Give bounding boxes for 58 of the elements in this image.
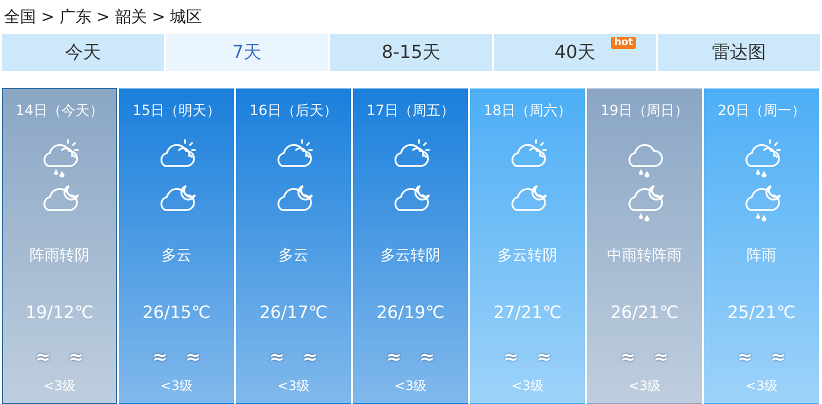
date-label: 14日（今天）: [16, 102, 104, 121]
wind-direction-icon: ≈: [152, 344, 168, 371]
wind-direction-icon: ≈: [737, 344, 752, 371]
breadcrumb-link[interactable]: 城区: [170, 5, 202, 29]
temperature-range: 27/21℃: [493, 302, 562, 324]
date-label: 16日（后天）: [250, 102, 338, 121]
weather-description: 多云: [278, 245, 308, 266]
wind-level: <3级: [43, 378, 76, 396]
weather-description: 阵雨转阴: [30, 245, 90, 266]
wind-direction-icon: ≈: [386, 344, 402, 371]
date-label: 19日（周日）: [600, 102, 688, 121]
hot-badge: hot: [611, 37, 636, 49]
wind-level: <3级: [277, 378, 310, 396]
wind-level: <3级: [511, 378, 544, 396]
temperature-range: 26/15℃: [142, 302, 211, 324]
wind-level: <3级: [394, 378, 427, 396]
wind-direction-icon: ≈: [536, 344, 552, 371]
temperature-range: 25/21℃: [727, 302, 796, 324]
wind-direction-icon: ≈: [654, 344, 669, 371]
day-forecast-card[interactable]: 16日（后天） 多云 26/17℃ ≈ ≈ <3级: [236, 88, 351, 404]
date-label: 20日（周一）: [718, 102, 806, 121]
weather-description: 多云: [162, 245, 192, 266]
breadcrumb-link[interactable]: 韶关: [114, 5, 147, 29]
temperature-range: 26/21℃: [610, 302, 679, 324]
breadcrumb-separator: >: [96, 6, 110, 28]
tab[interactable]: 8-15天: [330, 34, 492, 71]
wind-level: <3级: [628, 378, 661, 396]
wind-direction-icon: ≈: [302, 344, 318, 371]
tab[interactable]: 今天: [2, 34, 164, 71]
wind-direction-icon: ≈: [35, 344, 50, 371]
wind-direction-icon: ≈: [186, 344, 201, 371]
weather-description: 中雨转阵雨: [607, 245, 682, 266]
breadcrumb-separator: >: [152, 6, 166, 28]
weather-description: 多云转阴: [498, 245, 558, 266]
tab[interactable]: 雷达图: [658, 34, 820, 71]
day-forecast-card[interactable]: 15日（明天） 多云 26/15℃ ≈ ≈ <3级: [119, 88, 234, 404]
wind-direction-icon: ≈: [770, 344, 786, 371]
temperature-range: 19/12℃: [25, 302, 94, 324]
weather-description: 阵雨: [746, 245, 776, 266]
date-label: 18日（周六）: [484, 102, 572, 121]
breadcrumb-link[interactable]: 广东: [59, 5, 92, 29]
wind-direction-icon: ≈: [68, 344, 84, 371]
wind-direction-icon: ≈: [620, 344, 636, 371]
day-forecast-card[interactable]: 17日（周五） 多云转阴 26/19℃ ≈ ≈ <3级: [353, 88, 468, 404]
temperature-range: 26/17℃: [259, 302, 328, 324]
wind-direction-icon: ≈: [503, 344, 518, 371]
wind-level: <3级: [745, 378, 778, 396]
tab[interactable]: 40天 hot: [494, 34, 656, 71]
weather-description: 多云转阴: [380, 245, 440, 266]
wind-level: <3级: [160, 378, 193, 396]
wind-direction-icon: ≈: [269, 344, 284, 371]
date-label: 17日（周五）: [366, 102, 454, 121]
temperature-range: 26/19℃: [376, 302, 445, 324]
date-label: 15日（明天）: [132, 102, 220, 121]
breadcrumb-link[interactable]: 全国: [4, 5, 36, 29]
tab[interactable]: 7天: [166, 34, 328, 71]
wind-direction-icon: ≈: [420, 344, 435, 371]
breadcrumb-separator: >: [41, 6, 54, 28]
